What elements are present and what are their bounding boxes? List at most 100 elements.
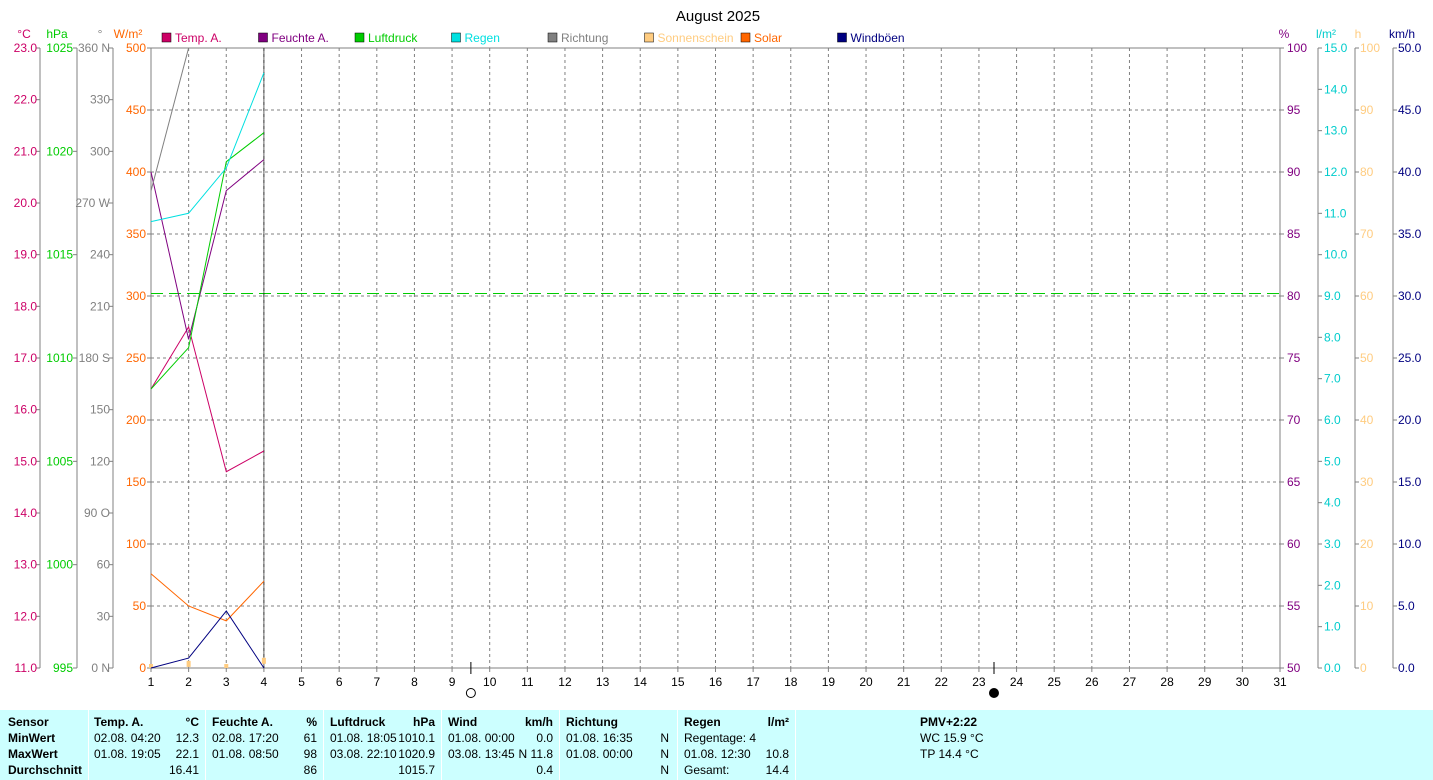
- pmv-header: PMV+2:22: [920, 715, 978, 729]
- series-line: [150, 610, 265, 669]
- hum-axis-tick-label: 100: [1287, 41, 1307, 55]
- rain-axis-tick-label: 5.0: [1324, 454, 1341, 468]
- rain-axis-tick-label: 2.0: [1324, 578, 1341, 592]
- x-tick-label: 9: [449, 675, 456, 689]
- x-tick-label: 19: [822, 675, 836, 689]
- rain-axis-tick-label: 0.0: [1324, 661, 1341, 675]
- x-tick-label: 1: [148, 675, 155, 689]
- rain-total-value: 14.4: [765, 763, 789, 777]
- temp-axis-tick-label: 21.0: [14, 144, 38, 158]
- chart-title: August 2025: [676, 8, 760, 25]
- temp-axis-tick-label: 20.0: [14, 196, 38, 210]
- hum-axis-tick-label: 85: [1287, 227, 1301, 241]
- series-lines: [149, 47, 1280, 669]
- press-axis-tick-label: 1005: [46, 454, 73, 468]
- sensor-header: Sensor: [8, 715, 49, 729]
- col-rain: Regen l/m² Regentage: 4 01.08. 12:30 10.…: [678, 710, 796, 780]
- solar-axis-tick-label: 500: [126, 41, 146, 55]
- legend: Temp. A. Feuchte A. Luftdruck Regen Richtung…: [161, 31, 905, 45]
- dir-axis-tick-label: 90 O: [84, 506, 110, 520]
- solar-axis-tick-label: 100: [126, 537, 146, 551]
- wind-max-value: N 11.8: [518, 747, 553, 761]
- sun-axis-tick-label: 60: [1360, 289, 1374, 303]
- col-direction: Richtung 01.08. 16:35 N 01.08. 00:00 N N: [560, 710, 678, 780]
- temp-avg-value: 16.41: [168, 763, 199, 777]
- solar-axis-tick-label: 400: [126, 165, 146, 179]
- col-wind: Wind km/h 01.08. 00:00 0.0 03.08. 13:45 …: [442, 710, 560, 780]
- x-tick-label: 13: [596, 675, 610, 689]
- legend-label: Solar: [754, 31, 782, 45]
- sun-axis-tick-label: 80: [1360, 165, 1374, 179]
- press-unit: hPa: [412, 715, 435, 729]
- dir-axis-tick-label: 330: [90, 93, 110, 107]
- sun-axis-tick-label: 30: [1360, 475, 1374, 489]
- wind-unit: km/h: [524, 715, 553, 729]
- x-tick-label: 18: [784, 675, 798, 689]
- legend-label: Windböen: [851, 31, 905, 45]
- x-tick-label: 21: [897, 675, 911, 689]
- x-tick-label: 11: [521, 675, 534, 689]
- series-line: [150, 325, 265, 473]
- x-tick-label: 10: [483, 675, 497, 689]
- series-line: [150, 159, 265, 340]
- dir-avg-value: N: [660, 763, 669, 777]
- solar-axis-tick-label: 50: [133, 599, 147, 613]
- temp-axis-tick-label: 11.0: [15, 661, 38, 675]
- legend-swatch: [451, 32, 461, 43]
- rain-max-time: 01.08. 12:30: [684, 747, 751, 761]
- hum-avg-value: 86: [303, 763, 317, 777]
- x-tick-label: 27: [1123, 675, 1137, 689]
- legend-label: Sonnenschein: [658, 31, 734, 45]
- wind-max-time: 03.08. 13:45: [448, 747, 515, 761]
- press-axis-unit: hPa: [46, 27, 68, 41]
- dir-axis-tick-label: 120: [90, 454, 110, 468]
- rain-axis-tick-label: 1.0: [1324, 620, 1341, 634]
- series-line: [150, 132, 265, 390]
- dir-axis-tick-label: 150: [90, 403, 110, 417]
- rain-axis-tick-label: 13.0: [1324, 124, 1348, 138]
- dir-axis-tick-label: 30: [97, 609, 111, 623]
- wind-axis-tick-label: 25.0: [1398, 351, 1422, 365]
- series-line: [150, 47, 190, 192]
- temp-axis-tick-label: 17.0: [14, 351, 38, 365]
- press-max-time: 03.08. 22:10: [330, 747, 397, 761]
- sun-axis-tick-label: 90: [1360, 103, 1374, 117]
- solar-axis-tick-label: 450: [126, 103, 146, 117]
- solar-axis-tick-label: 0: [139, 661, 146, 675]
- x-tick-label: 29: [1198, 675, 1212, 689]
- wind-axis-tick-label: 45.0: [1398, 103, 1422, 117]
- full-moon-icon: [465, 688, 476, 698]
- hum-axis-tick-label: 65: [1287, 475, 1301, 489]
- wind-axis-tick-label: 20.0: [1398, 413, 1422, 427]
- x-tick-label: 7: [373, 675, 380, 689]
- weather-chart: August 2025 1 2 3 4 5 6 7 8 9 10 11 12 13 14 15 16 17 18 1…: [14, 8, 1422, 698]
- press-min-value: 1010.1: [398, 731, 435, 745]
- dir-axis-tick-label: 180 S: [79, 351, 110, 365]
- dir-min-value: N: [660, 731, 669, 745]
- dir-axis-tick-label: 210: [90, 299, 110, 313]
- col-temp: Temp. A. °C 02.08. 04:20 12.3 01.08. 19:…: [89, 710, 206, 780]
- hum-max-time: 01.08. 08:50: [212, 747, 279, 761]
- wind-axis-tick-label: 15.0: [1398, 475, 1422, 489]
- hum-header: Feuchte A.: [212, 715, 273, 729]
- temp-axis-tick-label: 22.0: [14, 93, 38, 107]
- rain-axis-tick-label: 6.0: [1324, 413, 1341, 427]
- dir-max-value: N: [660, 747, 669, 761]
- dir-axis-tick-label: 360 N: [78, 41, 110, 55]
- solar-axis-tick-label: 250: [126, 351, 146, 365]
- rain-max-value: 10.8: [765, 747, 789, 761]
- press-avg-value: 1015.7: [398, 763, 435, 777]
- row-label-avg: Durchschnitt: [8, 763, 83, 777]
- grid-lines: [150, 47, 1281, 669]
- temp-axis-tick-label: 18.0: [14, 299, 38, 313]
- legend-swatch: [837, 32, 847, 43]
- row-label-min: MinWert: [8, 731, 56, 745]
- wind-min-time: 01.08. 00:00: [448, 731, 515, 745]
- x-tick-label: 24: [1010, 675, 1024, 689]
- hum-axis-tick-label: 50: [1287, 661, 1301, 675]
- x-tick-label: 28: [1160, 675, 1174, 689]
- x-tick-label: 17: [746, 675, 760, 689]
- temp-axis-tick-label: 23.0: [14, 41, 38, 55]
- wind-min-value: 0.0: [536, 731, 553, 745]
- x-tick-label: 26: [1085, 675, 1099, 689]
